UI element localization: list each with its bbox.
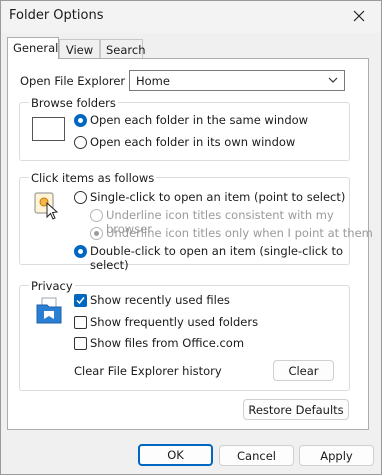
chevron-down-icon (328, 74, 338, 88)
open-explorer-dropdown[interactable]: Home (129, 70, 345, 91)
check-frequent-folders[interactable] (74, 316, 87, 329)
restore-defaults-button[interactable]: Restore Defaults (243, 399, 349, 420)
window-title: Folder Options (9, 8, 104, 23)
frequent-folders-label: Show frequently used folders (90, 315, 259, 329)
radio-underline-browser[interactable] (90, 209, 103, 222)
clear-history-label: Clear File Explorer history (74, 364, 222, 378)
single-click-label: Single-click to open an item (point to s… (90, 190, 346, 204)
same-window-label: Open each folder in the same window (90, 113, 309, 127)
radio-own-window[interactable] (74, 136, 87, 149)
clear-history-button[interactable]: Clear (273, 360, 334, 381)
check-recent-files[interactable] (74, 294, 87, 307)
own-window-label: Open each folder in its own window (90, 135, 296, 149)
double-click-label: Double-click to open an item (single-cli… (90, 244, 344, 272)
close-icon (353, 10, 365, 22)
underline-point-label: Underline icon titles only when I point … (106, 226, 373, 240)
tab-general[interactable]: General (7, 37, 59, 59)
recent-files-label: Show recently used files (90, 293, 230, 307)
privacy-folder-icon (35, 297, 63, 325)
radio-double-click[interactable] (74, 245, 87, 258)
click-items-title: Click items as follows (29, 171, 157, 185)
check-office-files[interactable] (74, 337, 87, 350)
open-explorer-label: Open File Explorer to: (20, 74, 145, 88)
tab-view[interactable]: View (59, 39, 100, 58)
open-explorer-value: Home (136, 74, 170, 88)
office-files-label: Show files from Office.com (90, 336, 245, 350)
checkmark-icon (76, 297, 85, 305)
tab-search[interactable]: Search (100, 39, 146, 58)
click-pointer-icon (34, 192, 60, 220)
ok-button[interactable]: OK (138, 444, 213, 466)
cancel-button[interactable]: Cancel (219, 445, 294, 466)
radio-underline-point[interactable] (90, 227, 103, 240)
close-button[interactable] (344, 3, 374, 29)
radio-single-click[interactable] (74, 191, 87, 204)
radio-same-window[interactable] (74, 114, 87, 127)
browse-folders-group (19, 102, 350, 161)
apply-button[interactable]: Apply (299, 445, 374, 466)
browse-folders-title: Browse folders (29, 96, 118, 110)
privacy-title: Privacy (29, 279, 75, 293)
window-preview-icon (32, 117, 65, 141)
